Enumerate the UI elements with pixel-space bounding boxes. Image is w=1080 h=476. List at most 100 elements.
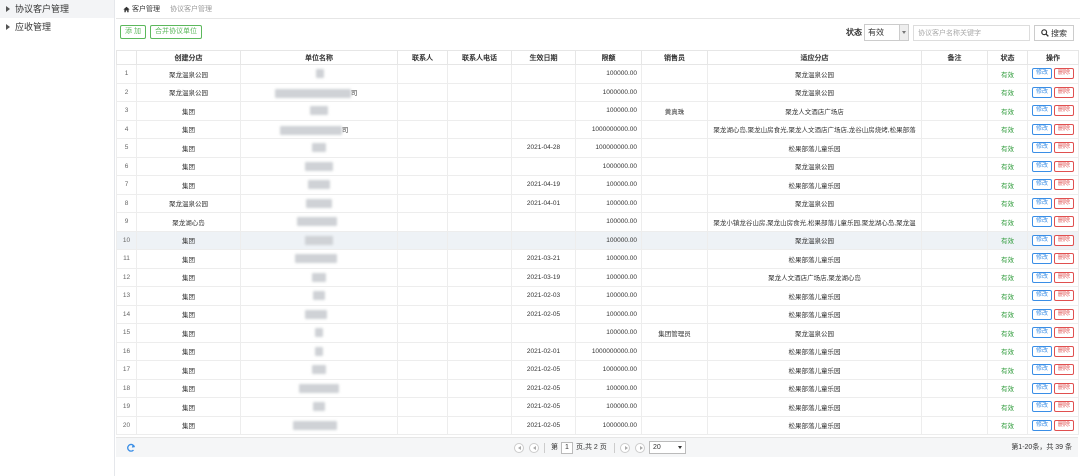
breadcrumb-home[interactable]: 客户管理 (123, 4, 160, 14)
cell-stores: 聚龙温泉公园 (707, 323, 922, 343)
table-row: 15 集团 100000.00 集团管理员 聚龙温泉公园 有效 修改 删除 (116, 323, 1079, 343)
sidebar-item-agreement-customers[interactable]: 协议客户管理 (0, 0, 114, 18)
delete-button[interactable]: 删除 (1054, 364, 1075, 376)
merge-units-button[interactable]: 合并协议单位 (150, 25, 202, 39)
cell-date: 2021-04-19 (511, 175, 576, 195)
cell-index: 18 (116, 378, 137, 398)
cell-unit (240, 286, 398, 306)
cell-stores: 松果部落儿童乐园 (707, 286, 922, 306)
edit-button[interactable]: 修改 (1031, 253, 1052, 265)
edit-button[interactable]: 修改 (1031, 142, 1052, 154)
cell-branch: 集团 (136, 138, 241, 158)
column-header-phone: 联系人电话 (447, 50, 512, 65)
next-page-button[interactable] (620, 443, 630, 453)
last-page-button[interactable] (635, 443, 645, 453)
cell-branch: 集团 (136, 286, 241, 306)
add-button[interactable]: 添 加 (120, 25, 146, 39)
cell-index: 6 (116, 156, 137, 176)
delete-button[interactable]: 删除 (1054, 345, 1075, 357)
edit-button[interactable]: 修改 (1031, 68, 1052, 80)
cell-contact (397, 397, 448, 417)
redacted-mask (293, 420, 337, 430)
edit-button[interactable]: 修改 (1031, 382, 1052, 394)
sidebar-item-receivables[interactable]: 应收管理 (0, 18, 114, 36)
column-header-date: 生效日期 (511, 50, 576, 65)
edit-button[interactable]: 修改 (1031, 327, 1052, 339)
delete-button[interactable]: 删除 (1054, 68, 1075, 80)
delete-button[interactable]: 删除 (1054, 327, 1075, 339)
delete-button[interactable]: 删除 (1054, 308, 1075, 320)
delete-button[interactable]: 删除 (1054, 216, 1075, 228)
redacted-mask (306, 198, 332, 208)
delete-button[interactable]: 删除 (1054, 86, 1075, 98)
cell-branch: 集团 (136, 323, 241, 343)
page-total: 页,共 2 页 (576, 444, 607, 451)
edit-button[interactable]: 修改 (1031, 123, 1052, 135)
cell-actions: 修改 删除 (1027, 64, 1079, 84)
redacted-mask (313, 402, 325, 412)
redacted-mask (312, 143, 326, 153)
cell-stores: 松果部落儿童乐园 (707, 397, 922, 417)
cell-contact (397, 415, 448, 435)
prev-page-button[interactable] (529, 443, 539, 453)
delete-button[interactable]: 删除 (1054, 105, 1075, 117)
table-row: 19 集团 2021-02-05 100000.00 松果部落儿童乐园 有效 修改 删除 (116, 397, 1079, 417)
cell-actions: 修改 删除 (1027, 193, 1079, 213)
search-button[interactable]: 搜索 (1034, 25, 1074, 41)
redacted-mask (308, 180, 330, 190)
edit-button[interactable]: 修改 (1031, 364, 1052, 376)
page-size-select[interactable]: 20 (649, 441, 686, 454)
first-page-button[interactable] (514, 443, 524, 453)
cell-date (511, 212, 576, 232)
delete-button[interactable]: 删除 (1054, 179, 1075, 191)
cell-remark (921, 82, 988, 102)
column-header-unit: 单位名称 (240, 50, 398, 65)
main-panel: 客户管理 协议客户管理 添 加 合并协议单位 状态 有效 搜索 创建分店 单位名… (116, 0, 1080, 476)
edit-button[interactable]: 修改 (1031, 290, 1052, 302)
cell-limit: 1000000.00 (575, 82, 642, 102)
cell-phone (447, 267, 512, 287)
cell-date: 2021-04-01 (511, 193, 576, 213)
refresh-icon[interactable] (126, 443, 136, 453)
cell-unit (240, 341, 398, 361)
cell-stores: 聚龙小镇龙谷山房,聚龙山房食光,松果部落儿童乐园,聚龙湖心岛,聚龙温 (707, 212, 922, 232)
edit-button[interactable]: 修改 (1031, 419, 1052, 431)
edit-button[interactable]: 修改 (1031, 345, 1052, 357)
edit-button[interactable]: 修改 (1031, 197, 1052, 209)
edit-button[interactable]: 修改 (1031, 160, 1052, 172)
delete-button[interactable]: 删除 (1054, 419, 1075, 431)
delete-button[interactable]: 删除 (1054, 142, 1075, 154)
cell-date: 2021-02-01 (511, 341, 576, 361)
cell-status: 有效 (987, 175, 1028, 195)
search-icon (1041, 29, 1049, 37)
edit-button[interactable]: 修改 (1031, 216, 1052, 228)
redacted-mask (315, 328, 323, 338)
delete-button[interactable]: 删除 (1054, 234, 1075, 246)
search-input[interactable] (913, 25, 1030, 41)
edit-button[interactable]: 修改 (1031, 86, 1052, 98)
edit-button[interactable]: 修改 (1031, 271, 1052, 283)
edit-button[interactable]: 修改 (1031, 401, 1052, 413)
edit-button[interactable]: 修改 (1031, 308, 1052, 320)
delete-button[interactable]: 删除 (1054, 290, 1075, 302)
delete-button[interactable]: 删除 (1054, 123, 1075, 135)
cell-branch: 聚龙湖心岛 (136, 212, 241, 232)
edit-button[interactable]: 修改 (1031, 179, 1052, 191)
delete-button[interactable]: 删除 (1054, 382, 1075, 394)
delete-button[interactable]: 删除 (1054, 160, 1075, 172)
delete-button[interactable]: 删除 (1054, 401, 1075, 413)
delete-button[interactable]: 删除 (1054, 253, 1075, 265)
edit-button[interactable]: 修改 (1031, 234, 1052, 246)
page-number-input[interactable]: 1 (561, 442, 573, 454)
cell-phone (447, 230, 512, 250)
page-prefix: 第 (551, 444, 558, 451)
cell-index: 15 (116, 323, 137, 343)
table-body: 1 聚龙温泉公园 100000.00 聚龙温泉公园 有效 修改 删除 2 聚龙温泉公园司 1000… (116, 64, 1079, 435)
table-row: 18 集团 2021-02-05 100000.00 松果部落儿童乐园 有效 修改 删除 (116, 378, 1079, 398)
delete-button[interactable]: 删除 (1054, 197, 1075, 209)
cell-index: 4 (116, 119, 137, 139)
row-actions: 修改 删除 (1029, 308, 1077, 320)
edit-button[interactable]: 修改 (1031, 105, 1052, 117)
delete-button[interactable]: 删除 (1054, 271, 1075, 283)
status-filter-select[interactable]: 有效 (864, 24, 909, 41)
